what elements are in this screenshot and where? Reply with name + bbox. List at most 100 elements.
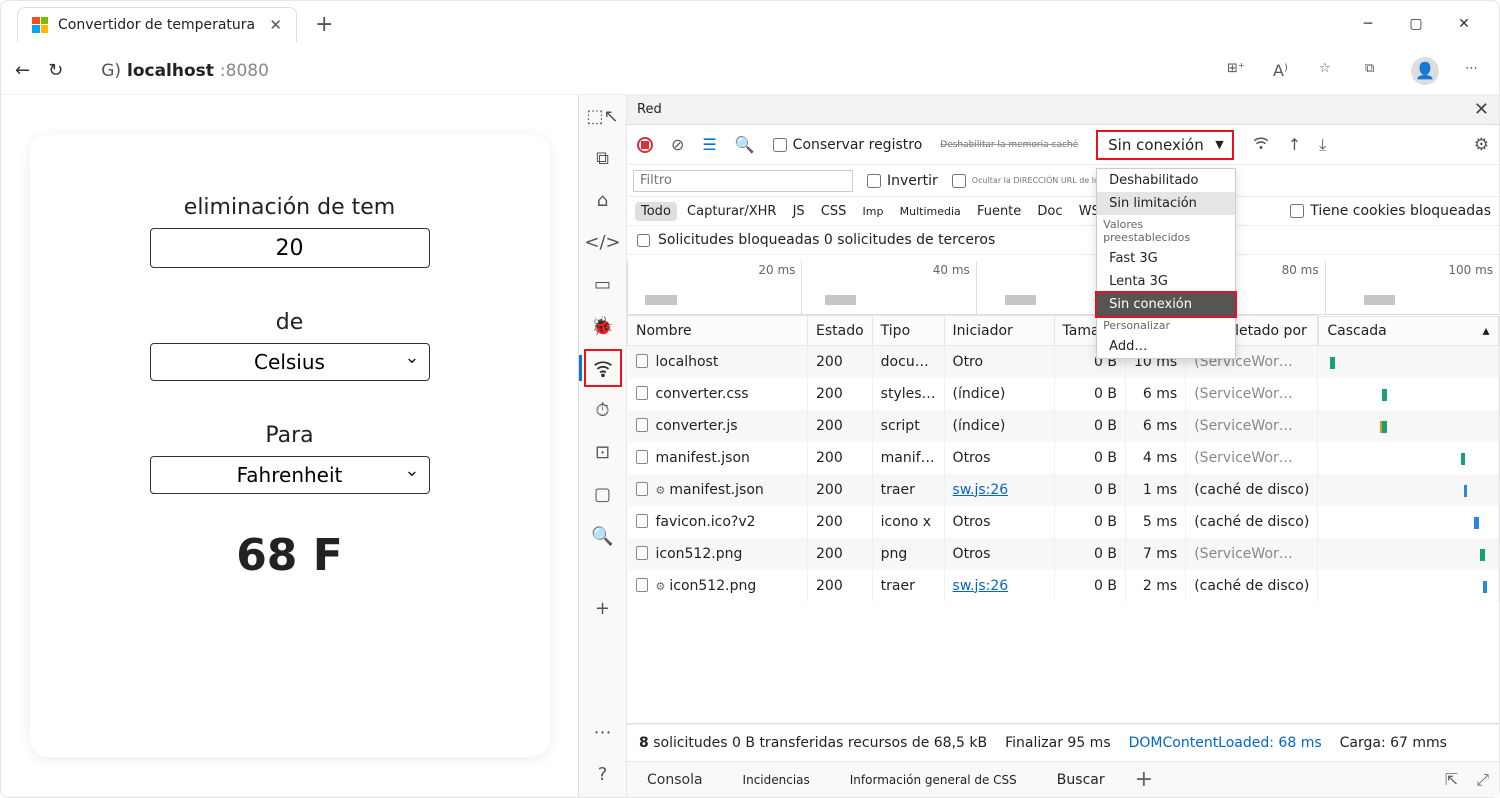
network-toolbar: ⊘ ☰ 🔍 Conservar registro Deshabilitar la… [627,125,1499,165]
drawer-console-tab[interactable]: Consola [637,766,713,794]
devtools-close-icon[interactable]: ✕ [1474,99,1489,120]
drawer-css-overview-tab[interactable]: Información general de CSS [840,767,1027,793]
type-filter-imp[interactable]: Imp [857,203,890,220]
favorites-icon[interactable]: ☆ [1319,61,1339,81]
memory-icon[interactable]: ⊡ [592,441,614,463]
search-icon[interactable]: 🔍 [735,135,755,154]
elements-icon[interactable]: </> [592,231,614,253]
initiator-link[interactable]: sw.js:26 [953,578,1009,594]
throttle-add[interactable]: Add… [1097,335,1235,358]
type-filter-fuente[interactable]: Fuente [971,202,1027,221]
throttling-select[interactable]: Sin conexión [1096,130,1234,160]
network-row[interactable]: localhost 200docu…Otro 0 B10 ms (Service… [628,346,1499,378]
to-label: Para [110,423,470,448]
url-prefix: G) [101,61,121,81]
refresh-icon[interactable]: ↻ [48,60,63,81]
sources-icon[interactable]: 🐞 [592,315,614,337]
new-tab-button[interactable]: + [315,12,333,37]
url-field[interactable]: G) localhost :8080 [101,61,269,81]
invert-checkbox[interactable]: Invertir [867,173,938,189]
network-row[interactable]: ⚙icon512.png 200traersw.js:26 0 B2 ms (c… [628,570,1499,602]
type-filter-capturar/xhr[interactable]: Capturar/XHR [681,202,782,221]
performance-icon[interactable]: ⏱ [592,399,614,421]
blocked-requests-checkbox[interactable] [637,234,650,247]
inspect-icon[interactable]: ⬚↖ [592,105,614,127]
more-icon[interactable]: ⋯ [592,721,614,743]
drawer-issues-tab[interactable]: Incidencias [733,767,820,793]
from-label: de [110,310,470,335]
drawer-dock-icon[interactable]: ⇱ [1445,770,1458,790]
to-unit-select[interactable]: Fahrenheit [150,456,430,494]
network-icon[interactable] [592,357,614,379]
devtools-drawer: Consola Incidencias Información general … [627,761,1499,797]
network-timeline[interactable]: 20 ms40 ms80 ms100 ms [627,255,1499,315]
network-row[interactable]: manifest.json 200manif…Otros 0 B4 ms (Se… [628,442,1499,474]
preserve-log-checkbox[interactable]: Conservar registro [773,137,923,153]
upload-icon[interactable]: ↑ [1288,135,1301,154]
col-type[interactable]: Tipo [872,316,944,346]
type-filter-doc[interactable]: Doc [1031,202,1068,221]
minimize-icon[interactable]: ─ [1361,16,1375,32]
network-conditions-icon[interactable] [1252,134,1270,156]
throttling-menu: Deshabilitado Sin limitación Valores pre… [1096,168,1236,359]
menu-icon[interactable]: ⋯ [1465,61,1485,81]
read-aloud-icon[interactable]: A⁾ [1273,61,1293,81]
clear-icon[interactable]: ⊘ [671,135,684,154]
security-icon[interactable]: 🔍 [592,525,614,547]
tab-title: Convertidor de temperatura [58,17,259,33]
profile-avatar[interactable]: 👤 [1411,57,1439,85]
welcome-icon[interactable]: ⌂ [592,189,614,211]
type-filter-multimedia[interactable]: Multimedia [894,203,967,220]
type-filter-todo[interactable]: Todo [635,202,677,221]
status-finish: Finalizar 95 ms [1005,735,1111,751]
throttle-slow-3g[interactable]: Lenta 3G [1097,270,1235,293]
network-row[interactable]: ⚙manifest.json 200traersw.js:26 0 B1 ms … [628,474,1499,506]
col-status[interactable]: Estado [808,316,873,346]
throttle-no-limit[interactable]: Sin limitación [1097,192,1235,215]
type-filter-css[interactable]: CSS [815,202,853,221]
url-port: :8080 [220,61,269,81]
initiator-link[interactable]: sw.js:26 [953,482,1009,498]
type-filter-js[interactable]: JS [787,202,811,221]
filter-icon[interactable]: ☰ [702,135,716,154]
throttle-disabled[interactable]: Deshabilitado [1097,169,1235,192]
help-icon[interactable]: ? [592,763,614,785]
application-icon[interactable]: ▢ [592,483,614,505]
collections-icon[interactable]: ⧉ [1365,61,1385,81]
tab-close-icon[interactable]: ✕ [269,16,282,34]
from-unit-select[interactable]: Celsius [150,343,430,381]
extensions-icon[interactable]: ⊞⁺ [1227,61,1247,81]
network-row[interactable]: converter.css 200styles…(índice) 0 B6 ms… [628,378,1499,410]
throttle-fast-3g[interactable]: Fast 3G [1097,247,1235,270]
throttle-offline[interactable]: Sin conexión [1097,293,1235,316]
record-button[interactable] [637,137,653,153]
col-waterfall[interactable]: Cascada▴ [1318,316,1498,346]
network-row[interactable]: converter.js 200script(índice) 0 B6 ms (… [628,410,1499,442]
panel-title: Red [637,102,662,117]
download-icon[interactable]: ⤓ [1319,135,1326,155]
back-icon[interactable]: ← [15,60,30,81]
window-controls: ─ ▢ ✕ [1361,16,1491,32]
blocked-cookies-checkbox[interactable]: Tiene cookies bloqueadas [1290,203,1491,219]
throttle-custom-label: Personalizar [1097,316,1235,335]
drawer-search-tab[interactable]: Buscar [1047,766,1115,794]
col-name[interactable]: Nombre [628,316,808,346]
close-icon[interactable]: ✕ [1457,16,1471,32]
col-initiator[interactable]: Iniciador [944,316,1054,346]
browser-tab[interactable]: Convertidor de temperatura ✕ [17,7,297,42]
temperature-input[interactable] [150,228,430,268]
network-row[interactable]: favicon.ico?v2 200icono xOtros 0 B5 ms (… [628,506,1499,538]
settings-icon[interactable]: ⚙ [1474,135,1489,155]
filter-input[interactable] [633,170,853,192]
device-icon[interactable]: ⧉ [592,147,614,169]
disable-cache-label: Deshabilitar la memoria caché [940,140,1078,150]
more-tools-icon[interactable]: + [592,597,614,619]
drawer-expand-icon[interactable]: ⤢ [1476,770,1489,790]
maximize-icon[interactable]: ▢ [1409,16,1423,32]
console-icon[interactable]: ▭ [592,273,614,295]
page-content: eliminación de tem de Celsius Para Fahre… [1,95,578,797]
network-filter-bar: Invertir Ocultar la DIRECCIÓN URL de los… [627,165,1499,197]
temp-label: eliminación de tem [110,195,470,220]
network-row[interactable]: icon512.png 200pngOtros 0 B7 ms (Service… [628,538,1499,570]
drawer-add-tab[interactable]: + [1135,767,1153,792]
